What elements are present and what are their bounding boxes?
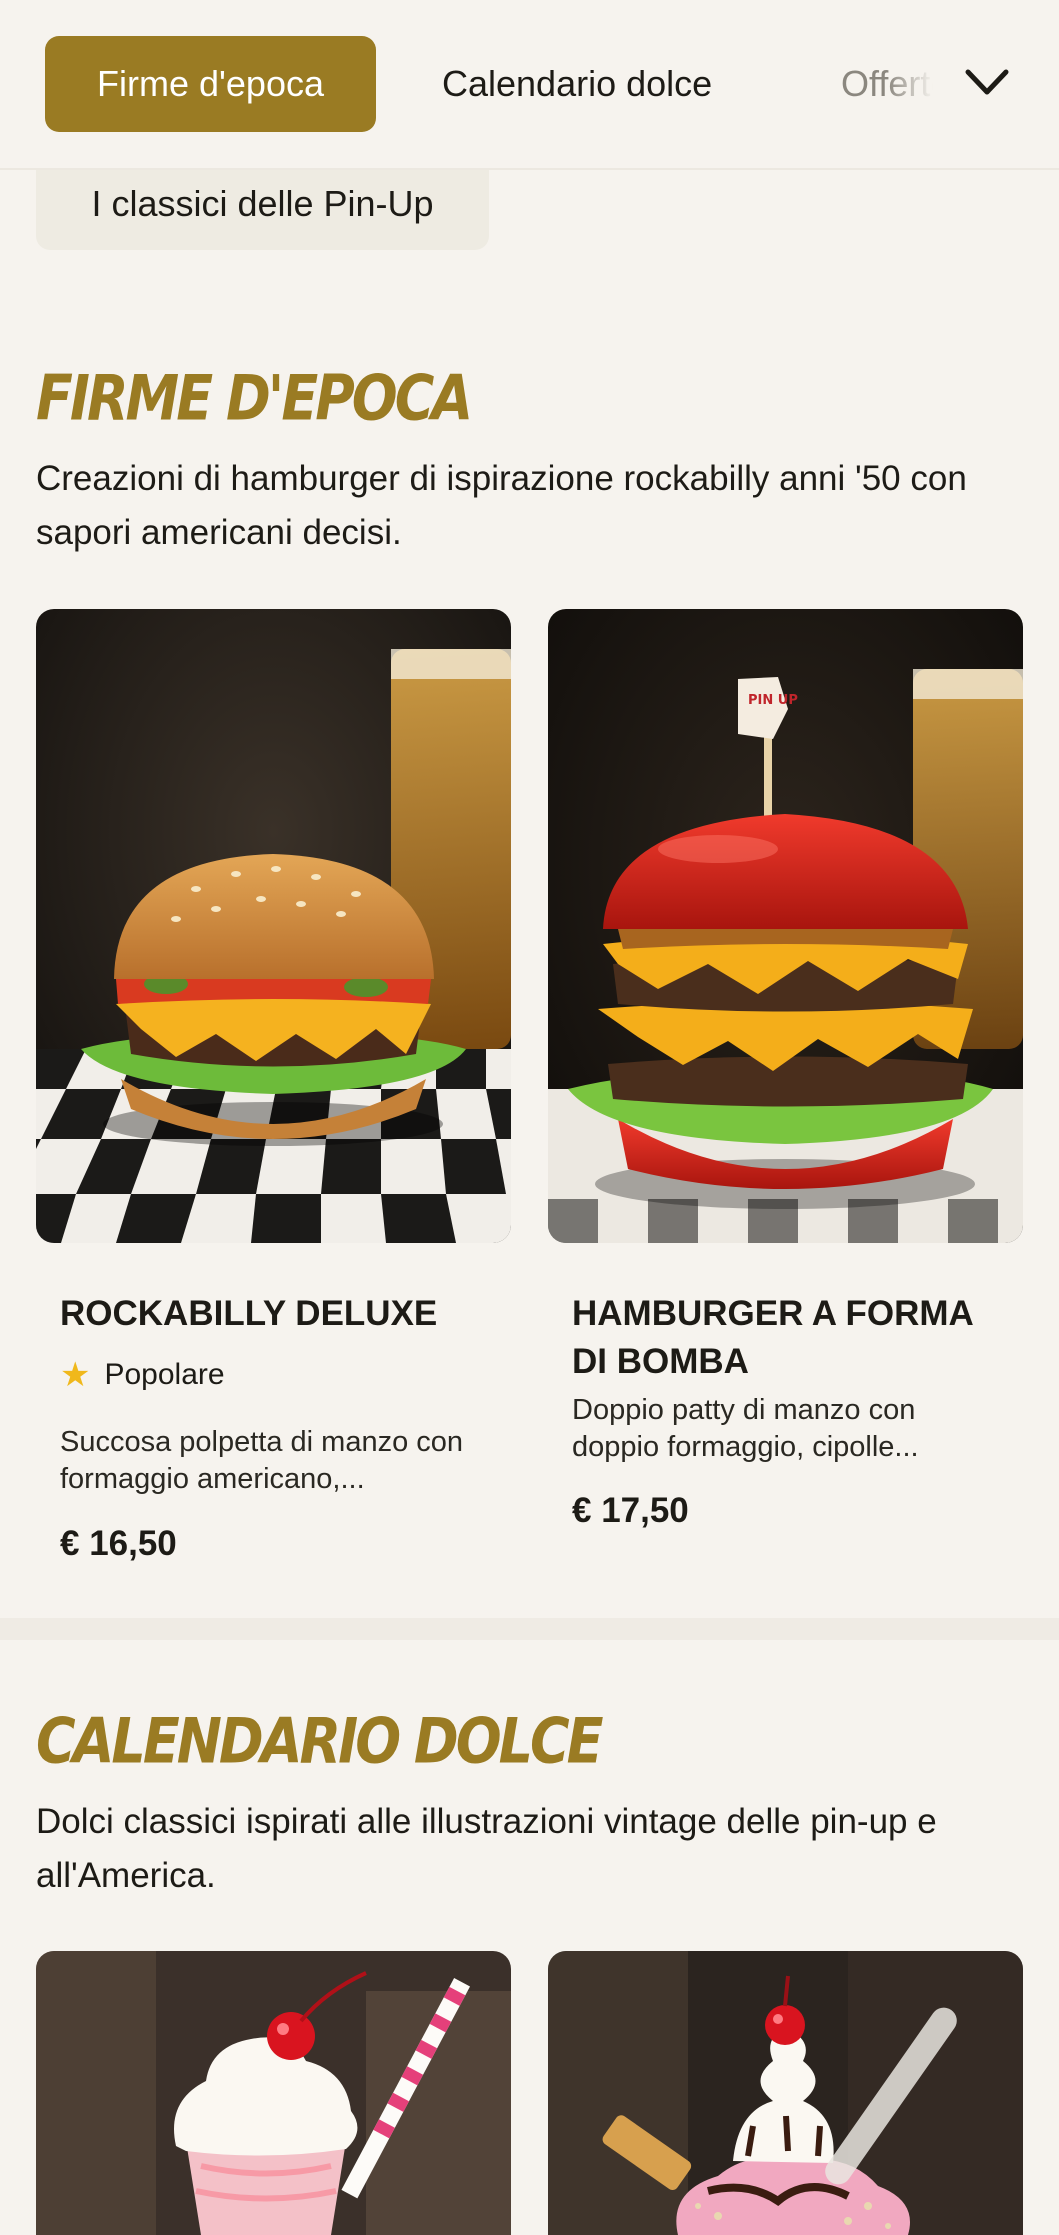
product-image-sundae[interactable] <box>548 1951 1023 2235</box>
product-description: Succosa polpetta di manzo con formaggio … <box>60 1426 464 1495</box>
burger-illustration: PIN UP <box>548 609 1023 1243</box>
tab-calendario-dolce-link[interactable]: Calendario dolce <box>442 36 712 132</box>
popular-badge: ★ Popolare <box>60 1355 225 1395</box>
product-price: € 16,50 <box>60 1524 177 1563</box>
section-description-firme: Creazioni di hamburger di ispirazione ro… <box>36 459 967 552</box>
product-name[interactable]: ROCKABILLY DELUXE <box>60 1290 500 1338</box>
section-description-calendario: Dolci classici ispirati alle illustrazio… <box>36 1802 937 1895</box>
tab-offerte-link[interactable]: Offerte <box>841 36 933 132</box>
section-title-calendario: Calendario dolce <box>36 1705 604 1778</box>
product-image-bomba[interactable]: PIN UP <box>548 609 1023 1243</box>
star-icon: ★ <box>60 1356 91 1394</box>
topbar-overlay: Firme d'epoca Calendario dolce Offerte <box>0 0 1059 168</box>
tab-firme-depoca-active[interactable]: Firme d'epoca <box>45 36 376 132</box>
burger-illustration <box>36 609 511 1243</box>
product-price: € 17,50 <box>572 1491 689 1530</box>
product-name[interactable]: HAMBURGER A FORMA DI BOMBA <box>572 1290 1012 1386</box>
section-divider <box>0 1618 1059 1640</box>
badge-label: Popolare <box>104 1358 225 1391</box>
product-description: Doppio patty di manzo con doppio formagg… <box>572 1394 919 1463</box>
sundae-illustration <box>548 1951 1023 2235</box>
flag-text: PIN UP <box>748 693 798 708</box>
product-image-milkshake[interactable] <box>36 1951 511 2235</box>
expand-nav-icon[interactable] <box>962 62 1012 102</box>
product-image-rockabilly[interactable] <box>36 609 511 1243</box>
section-title-firme: Firme d'epoca <box>36 362 473 435</box>
milkshake-illustration <box>36 1951 511 2235</box>
